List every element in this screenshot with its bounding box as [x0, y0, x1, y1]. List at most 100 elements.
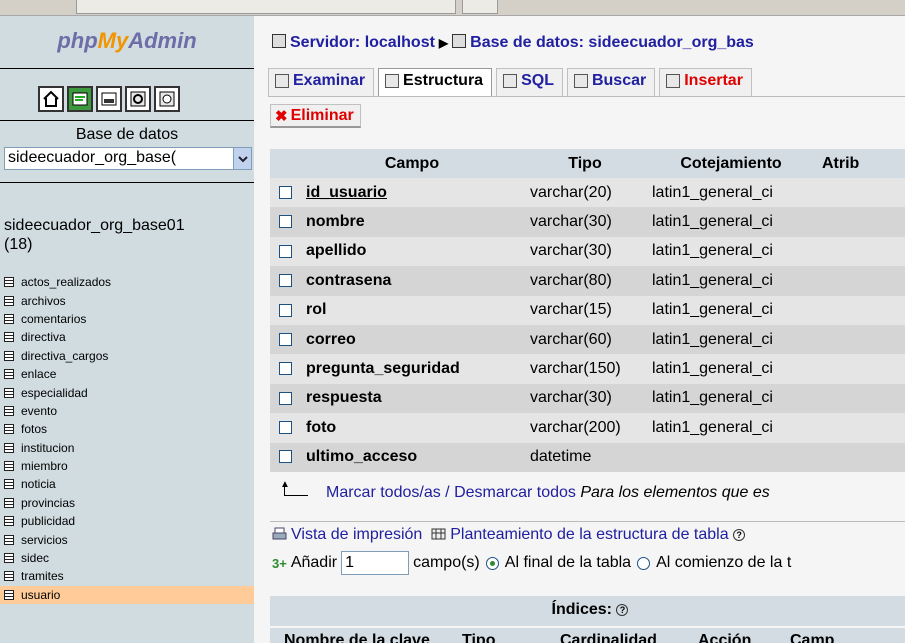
table-icon[interactable]: [4, 277, 14, 288]
row-checkbox[interactable]: [278, 391, 292, 405]
at-end-radio[interactable]: [485, 556, 499, 570]
sql-docs-icon[interactable]: [154, 86, 180, 112]
unmark-all-link[interactable]: Desmarcar todos: [454, 484, 576, 501]
with-selected-label: Para los elementos que es: [580, 484, 770, 501]
field-name[interactable]: correo: [300, 324, 524, 355]
row-checkbox[interactable]: [278, 215, 292, 229]
propose-structure-link[interactable]: Planteamiento de la estructura de tabla: [450, 526, 728, 543]
tab-label: Insertar: [684, 72, 743, 89]
tab-estructura[interactable]: Estructura: [378, 68, 493, 96]
sidebar-table-noticia[interactable]: noticia: [4, 475, 254, 493]
home-icon[interactable]: [38, 86, 64, 112]
field-name[interactable]: nombre: [300, 207, 524, 237]
tab-insertar[interactable]: Insertar: [659, 68, 752, 96]
browser-tab[interactable]: [76, 0, 456, 14]
at-end-label: Al final de la tabla: [504, 554, 632, 571]
row-checkbox[interactable]: [278, 362, 292, 376]
row-checkbox[interactable]: [278, 274, 292, 288]
browser-new-tab[interactable]: [462, 0, 498, 14]
phpmyadmin-logo[interactable]: phpMyAdmin: [0, 16, 254, 66]
table-icon[interactable]: [4, 405, 14, 416]
indexes-header: Índices: ?: [270, 596, 905, 626]
table-icon[interactable]: [4, 442, 14, 453]
tab-sql[interactable]: SQL: [496, 68, 563, 96]
row-checkbox[interactable]: [278, 450, 292, 464]
table-icon[interactable]: [4, 387, 14, 398]
field-type: varchar(20): [524, 178, 646, 208]
sidebar-table-institucion[interactable]: institucion: [4, 439, 254, 457]
row-checkbox[interactable]: [278, 332, 292, 346]
row-checkbox[interactable]: [278, 244, 292, 258]
field-name[interactable]: contrasena: [300, 266, 524, 296]
sidebar-table-enlace[interactable]: enlace: [4, 365, 254, 383]
breadcrumb-server[interactable]: Servidor: localhost: [290, 34, 435, 51]
table-icon[interactable]: [4, 571, 14, 582]
table-icon[interactable]: [4, 424, 14, 435]
mark-row: ▲ Marcar todos/as / Desmarcar todos Para …: [280, 479, 770, 502]
table-icon[interactable]: [4, 553, 14, 564]
chevron-down-icon[interactable]: [233, 148, 251, 169]
table-icon[interactable]: [4, 332, 14, 343]
current-database-link[interactable]: sideecuador_org_base01 (18): [4, 216, 252, 254]
help-icon[interactable]: [125, 86, 151, 112]
field-type: varchar(200): [524, 413, 646, 443]
help-icon[interactable]: ?: [616, 604, 629, 616]
sidebar-table-usuario[interactable]: usuario: [0, 585, 254, 605]
field-type: datetime: [524, 442, 646, 472]
table-icon[interactable]: [4, 461, 14, 472]
table-icon[interactable]: [4, 313, 14, 324]
sidebar-table-servicios[interactable]: servicios: [4, 530, 254, 548]
at-beginning-radio[interactable]: [637, 556, 651, 570]
tab-label: Estructura: [403, 72, 484, 89]
database-select[interactable]: sideecuador_org_base(: [4, 147, 252, 170]
sidebar-table-miembro[interactable]: miembro: [4, 457, 254, 475]
sidebar-table-directiva[interactable]: directiva: [4, 328, 254, 346]
row-checkbox[interactable]: [278, 303, 292, 317]
sidebar-table-archivos[interactable]: archivos: [4, 291, 254, 309]
sidebar-table-sidec[interactable]: sidec: [4, 549, 254, 567]
sidebar-table-evento[interactable]: evento: [4, 402, 254, 420]
row-checkbox[interactable]: [278, 421, 292, 435]
field-name[interactable]: pregunta_seguridad: [300, 354, 524, 384]
table-icon[interactable]: [4, 295, 14, 306]
table-icon[interactable]: [4, 350, 14, 361]
table-icon[interactable]: [4, 589, 14, 600]
sidebar-table-especialidad[interactable]: especialidad: [4, 383, 254, 401]
row-checkbox[interactable]: [278, 185, 292, 199]
field-name[interactable]: respuesta: [300, 383, 524, 414]
table-icon[interactable]: [4, 497, 14, 508]
exit-icon[interactable]: [67, 86, 93, 112]
field-name[interactable]: ultimo_acceso: [300, 442, 524, 472]
help-icon[interactable]: ?: [733, 529, 746, 541]
table-icon[interactable]: [4, 516, 14, 527]
sidebar-table-comentarios[interactable]: comentarios: [4, 310, 254, 328]
sql-query-icon[interactable]: [96, 86, 122, 112]
mark-all-link[interactable]: Marcar todos/as: [326, 484, 441, 501]
tab-eliminar[interactable]: ✖ Eliminar: [270, 104, 361, 128]
field-name[interactable]: apellido: [300, 236, 524, 267]
tab-buscar[interactable]: Buscar: [566, 68, 656, 96]
field-name[interactable]: rol: [300, 295, 524, 325]
row-checkbox-cell: [270, 442, 300, 472]
sidebar-table-publicidad[interactable]: publicidad: [4, 512, 254, 530]
table-row: pregunta_seguridad varchar(150) latin1_gen…: [270, 354, 905, 384]
table-row: correo varchar(60) latin1_general_ci: [270, 324, 905, 355]
table-icon[interactable]: [4, 369, 14, 380]
field-name[interactable]: foto: [300, 413, 524, 443]
sidebar-table-directiva-cargos[interactable]: directiva_cargos: [4, 347, 254, 365]
table-icon[interactable]: [4, 534, 14, 545]
sidebar-table-provincias[interactable]: provincias: [4, 494, 254, 512]
tab-examinar[interactable]: Examinar: [268, 68, 375, 96]
sidebar-table-fotos[interactable]: fotos: [4, 420, 254, 438]
database-name: sideecuador_org_base01: [4, 217, 185, 234]
sidebar-table-actos-realizados[interactable]: actos_realizados: [4, 273, 254, 291]
breadcrumb-database[interactable]: Base de datos: sideecuador_org_bas: [470, 34, 754, 51]
table-icon[interactable]: [4, 479, 14, 490]
sidebar-table-tramites[interactable]: tramites: [4, 567, 254, 585]
field-attributes: [816, 236, 905, 267]
field-name[interactable]: id_usuario: [300, 178, 524, 208]
field-count-input[interactable]: [341, 551, 410, 575]
idx-header-key-name: Nombre de la clave: [284, 632, 430, 643]
print-view-link[interactable]: Vista de impresión: [291, 526, 422, 543]
table-actions: Vista de impresión Planteamiento de la e…: [272, 526, 746, 544]
